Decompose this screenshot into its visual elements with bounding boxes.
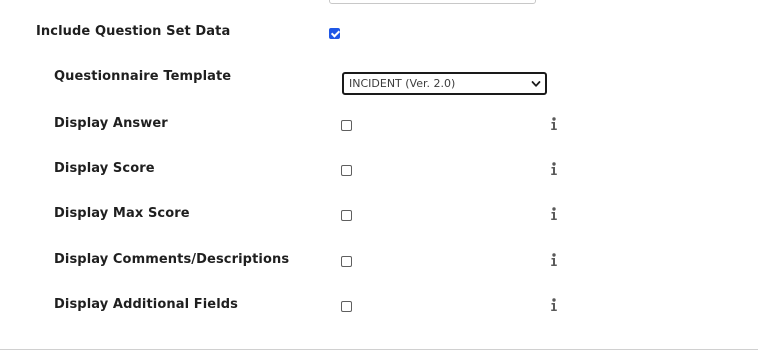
info-icon[interactable] (550, 253, 558, 267)
section-divider (0, 349, 758, 350)
include-question-set-label: Include Question Set Data (36, 24, 231, 39)
display-answer-label: Display Answer (54, 116, 168, 131)
display-score-checkbox[interactable] (341, 165, 352, 176)
display-max-score-checkbox[interactable] (341, 210, 352, 221)
info-icon[interactable] (550, 162, 558, 176)
info-icon[interactable] (550, 207, 558, 221)
info-icon[interactable] (550, 298, 558, 312)
chevron-down-icon (531, 81, 541, 87)
display-additional-fields-label: Display Additional Fields (54, 297, 239, 312)
info-icon[interactable] (550, 117, 558, 131)
display-additional-fields-checkbox[interactable] (341, 301, 352, 312)
include-question-set-checkbox[interactable] (329, 28, 340, 39)
display-score-label: Display Score (54, 161, 155, 176)
previous-field-input[interactable] (329, 0, 536, 4)
display-answer-checkbox[interactable] (341, 120, 352, 131)
display-max-score-label: Display Max Score (54, 206, 190, 221)
questionnaire-template-label: Questionnaire Template (54, 69, 232, 84)
display-comments-checkbox[interactable] (341, 256, 352, 267)
questionnaire-template-value: INCIDENT (Ver. 2.0) (349, 77, 456, 90)
questionnaire-template-select[interactable]: INCIDENT (Ver. 2.0) (342, 72, 547, 95)
display-comments-label: Display Comments/Descriptions (54, 252, 290, 267)
